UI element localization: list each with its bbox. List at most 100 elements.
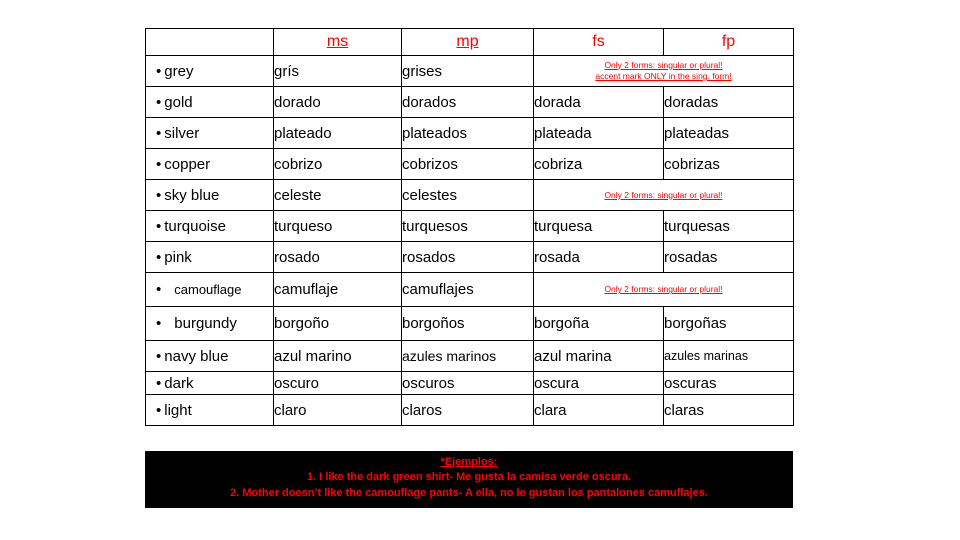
cell-ms: celeste — [273, 179, 402, 211]
cell-ms: camuflaje — [273, 272, 402, 307]
cell-english: • dark — [145, 371, 274, 395]
table-header: ms mp fs fp — [145, 28, 794, 56]
cell-fp: borgoñas — [663, 306, 794, 341]
cell-fs: cobriza — [533, 148, 664, 180]
table-row: • grey grís grises Only 2 forms: singular… — [145, 55, 794, 87]
cell-english: • grey — [145, 55, 274, 87]
cell-english: • light — [145, 394, 274, 426]
bullet-marker: • — [156, 186, 162, 204]
cell-fs: turquesa — [533, 210, 664, 242]
cell-fs: clara — [533, 394, 664, 426]
english-term: navy blue — [164, 347, 229, 365]
cell-mp: claros — [401, 394, 534, 426]
cell-ms: rosado — [273, 241, 402, 273]
cell-fs: borgoña — [533, 306, 664, 341]
cell-fp: oscuras — [663, 371, 794, 395]
cell-ms: turqueso — [273, 210, 402, 242]
cell-fp: rosadas — [663, 241, 794, 273]
table-row: • camouflage camuflaje camuflajes Only 2 … — [145, 272, 794, 307]
english-term: burgundy — [174, 315, 237, 332]
cell-mp-text: azules marinos — [402, 347, 497, 364]
cell-mp: cobrizos — [401, 148, 534, 180]
cell-english: • pink — [145, 241, 274, 273]
slide-canvas: ms mp fs fp • grey grís grises Only 2 for… — [0, 0, 960, 540]
cell-mp: dorados — [401, 86, 534, 118]
cell-ms: cobrizo — [273, 148, 402, 180]
cell-fs: rosada — [533, 241, 664, 273]
cell-fp: turquesas — [663, 210, 794, 242]
cell-mp: celestes — [401, 179, 534, 211]
table-row: • pink rosado rosados rosada rosadas — [145, 241, 794, 273]
table-row: • copper cobrizo cobrizos cobriza cobriza… — [145, 148, 794, 180]
cell-ms: dorado — [273, 86, 402, 118]
table-row: • light claro claros clara claras — [145, 394, 794, 426]
cell-mp: azules marinos — [401, 340, 534, 372]
cell-ms: oscuro — [273, 371, 402, 395]
example-line-1: 1. I like the dark green shirt- Me gusta… — [306, 471, 632, 483]
cell-fp: doradas — [663, 86, 794, 118]
cell-english: • copper — [145, 148, 274, 180]
english-term: sky blue — [164, 186, 220, 204]
table-row: • silver plateado plateados plateada plat… — [145, 117, 794, 149]
bullet-marker: • — [156, 281, 162, 298]
cell-fs: plateada — [533, 117, 664, 149]
header-cell-fp: fp — [663, 28, 794, 56]
cell-english: • burgundy — [145, 306, 274, 341]
bullet-marker: • — [156, 155, 162, 173]
english-term: pink — [164, 248, 192, 266]
english-term: copper — [164, 155, 211, 173]
cell-ms: azul marino — [273, 340, 402, 372]
bullet-marker: • — [156, 124, 162, 142]
vocabulary-table-wrapper: ms mp fs fp • grey grís grises Only 2 for… — [145, 28, 794, 426]
cell-english: • gold — [145, 86, 274, 118]
header-cell-fs: fs — [533, 28, 664, 56]
bullet-marker: • — [156, 347, 162, 365]
cell-fp: claras — [663, 394, 794, 426]
english-term: gold — [164, 93, 193, 111]
note-two-forms: Only 2 forms: singular or plural! — [533, 179, 794, 211]
cell-fs: oscura — [533, 371, 664, 395]
bullet-marker: • — [156, 315, 162, 332]
english-term: camouflage — [174, 282, 242, 297]
english-term: turquoise — [164, 217, 226, 235]
cell-mp: rosados — [401, 241, 534, 273]
bullet-marker: • — [156, 93, 162, 111]
examples-footer: *Ejemplos: 1. I like the dark green shir… — [145, 451, 793, 508]
cell-mp: plateados — [401, 117, 534, 149]
cell-fp: cobrizas — [663, 148, 794, 180]
cell-ms: grís — [273, 55, 402, 87]
cell-mp: grises — [401, 55, 534, 87]
bullet-marker: • — [156, 374, 162, 392]
table-row: • dark oscuro oscuros oscura oscuras — [145, 371, 794, 395]
english-term: dark — [164, 374, 194, 392]
table-body: • grey grís grises Only 2 forms: singular… — [145, 55, 794, 426]
vocabulary-table: ms mp fs fp • grey grís grises Only 2 for… — [145, 28, 794, 426]
table-row: • turquoise turqueso turquesos turquesa t… — [145, 210, 794, 242]
cell-fs: dorada — [533, 86, 664, 118]
note-line-2: accent mark ONLY in the sing. form! — [595, 71, 732, 81]
english-term: grey — [164, 62, 194, 80]
bullet-marker: • — [156, 217, 162, 235]
bullet-marker: • — [156, 401, 162, 419]
english-term: light — [164, 401, 192, 419]
cell-english: • silver — [145, 117, 274, 149]
cell-mp: oscuros — [401, 371, 534, 395]
cell-ms: claro — [273, 394, 402, 426]
table-row: • navy blue azul marino azules marinos az… — [145, 340, 794, 372]
cell-ms: borgoño — [273, 306, 402, 341]
header-cell-blank — [145, 28, 274, 56]
note-two-forms-accent: Only 2 forms: singular or plural! accent… — [533, 55, 794, 87]
cell-mp: turquesos — [401, 210, 534, 242]
header-cell-mp: mp — [401, 28, 534, 56]
cell-english: • navy blue — [145, 340, 274, 372]
cell-fp: plateadas — [663, 117, 794, 149]
cell-mp: camuflajes — [401, 272, 534, 307]
table-row: • sky blue celeste celestes Only 2 forms:… — [145, 179, 794, 211]
note-line-1: Only 2 forms: singular or plural! — [604, 59, 723, 70]
examples-title: *Ejemplos: — [440, 456, 498, 468]
table-row: • burgundy borgoño borgoños borgoña borgo… — [145, 306, 794, 341]
bullet-marker: • — [156, 62, 162, 80]
example-line-2: 2. Mother doesn’t like the camouflage pa… — [230, 486, 708, 499]
bullet-marker: • — [156, 248, 162, 266]
cell-ms: plateado — [273, 117, 402, 149]
